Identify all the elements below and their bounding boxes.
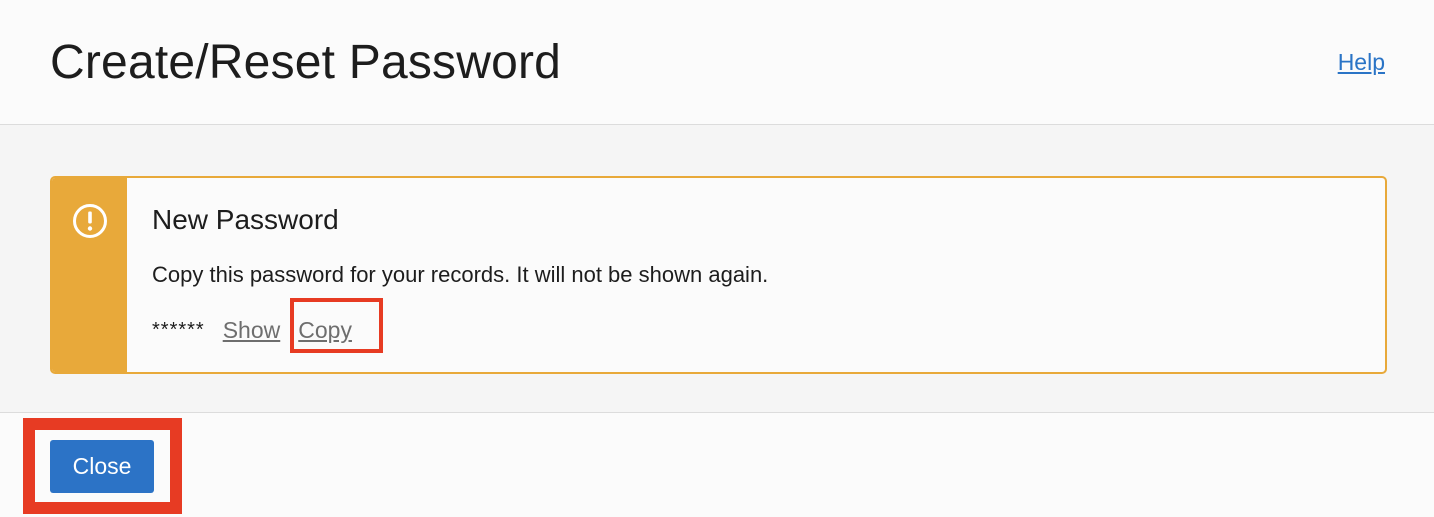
password-masked-value: ****** <box>152 318 205 341</box>
password-row: ****** Show Copy <box>152 314 352 346</box>
help-link[interactable]: Help <box>1338 49 1385 75</box>
page-header: Create/Reset Password Help <box>0 0 1434 125</box>
show-password-link[interactable]: Show <box>223 317 281 344</box>
copy-password-link[interactable]: Copy <box>298 317 352 344</box>
exclamation-circle-icon <box>73 204 107 238</box>
alert-title: New Password <box>152 204 339 235</box>
page-footer <box>0 412 1434 517</box>
page-title: Create/Reset Password <box>50 36 562 89</box>
alert-body: New Password Copy this password for your… <box>152 178 1365 372</box>
new-password-alert: New Password Copy this password for your… <box>50 176 1387 374</box>
content-area: New Password Copy this password for your… <box>0 125 1434 412</box>
alert-stripe <box>52 178 127 372</box>
alert-message: Copy this password for your records. It … <box>152 262 769 287</box>
close-button[interactable]: Close <box>50 440 154 493</box>
